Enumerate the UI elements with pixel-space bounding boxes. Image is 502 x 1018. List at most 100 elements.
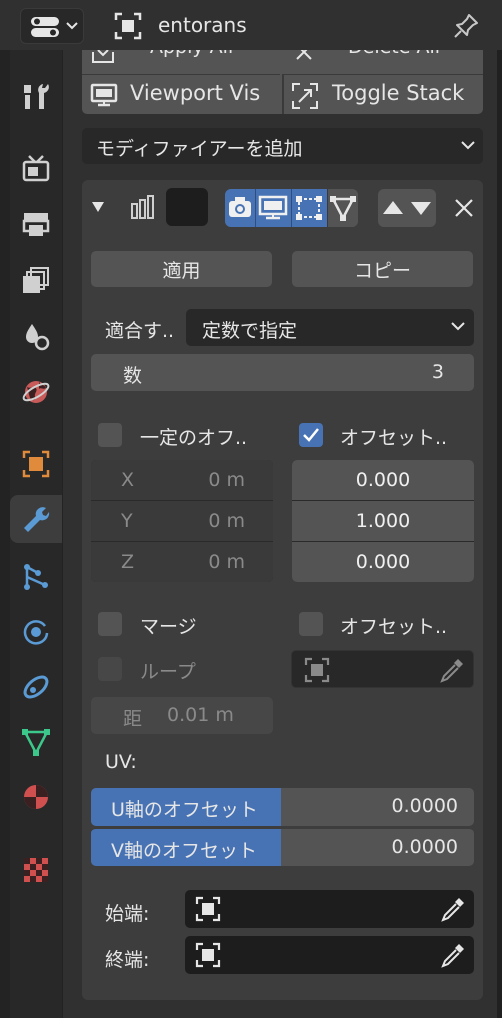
tab-particles[interactable] xyxy=(10,553,62,601)
edit-mode-icon xyxy=(296,196,322,220)
chevron-down-icon xyxy=(461,141,475,150)
collapse-triangle-icon[interactable] xyxy=(91,200,105,214)
z-value: 0 m xyxy=(208,551,245,573)
constant-offset-label: 一定のオフ.. xyxy=(140,427,248,449)
mesh-data-icon xyxy=(22,729,50,756)
apply-all-icon xyxy=(92,50,114,63)
visibility-toggles xyxy=(225,189,358,227)
object-orange-icon xyxy=(22,450,50,478)
toggle-stack-button[interactable]: Toggle Stack xyxy=(282,74,483,114)
start-cap-field[interactable] xyxy=(185,890,474,928)
add-modifier-dropdown[interactable]: モディファイアーを追加 xyxy=(82,128,483,164)
constant-x-field[interactable]: X 0 m xyxy=(91,460,273,500)
relative-z-field[interactable]: 0.000 xyxy=(292,542,474,582)
relative-y-field[interactable]: 1.000 xyxy=(292,501,474,541)
eyedropper-icon[interactable] xyxy=(438,656,466,684)
tab-output[interactable] xyxy=(10,200,62,248)
viewport-vis-label: Viewport Vis xyxy=(130,81,261,105)
tab-texture[interactable] xyxy=(10,846,62,894)
printer-icon xyxy=(22,213,50,236)
modifier-name-field[interactable] xyxy=(166,188,208,226)
material-icon xyxy=(24,785,48,809)
uv-label: UV: xyxy=(105,751,137,773)
copy-button[interactable]: コピー xyxy=(292,251,473,287)
tab-render[interactable] xyxy=(10,144,62,192)
tab-material[interactable] xyxy=(10,773,62,821)
eyedropper-icon[interactable] xyxy=(439,895,467,923)
tab-modifiers[interactable] xyxy=(10,495,62,543)
eyedropper-icon[interactable] xyxy=(439,941,467,969)
apply-all-label: Apply All xyxy=(150,50,233,58)
v-offset-field[interactable]: V軸のオフセット 0.0000 xyxy=(91,828,474,866)
start-cap-label: 始端: xyxy=(105,903,150,925)
physics-icon xyxy=(23,620,49,645)
remove-modifier-icon[interactable] xyxy=(454,198,474,218)
fit-type-dropdown[interactable]: 定数で指定 xyxy=(186,309,474,346)
x-value: 0 m xyxy=(208,469,245,491)
chevron-down-icon xyxy=(66,22,78,30)
properties-header: entorans xyxy=(0,0,502,50)
constant-offset-checkbox[interactable] xyxy=(98,423,122,447)
view-layer-icon xyxy=(23,267,49,293)
u-offset-value: 0.0000 xyxy=(391,795,458,817)
tab-data[interactable] xyxy=(10,718,62,766)
count-value: 3 xyxy=(431,361,444,383)
offset-object-field[interactable] xyxy=(291,650,474,688)
object-offset-label: オフセット.. xyxy=(340,616,448,638)
viewport-vis-button[interactable]: Viewport Vis xyxy=(82,74,280,114)
relative-x-field[interactable]: 0.000 xyxy=(292,460,474,500)
constant-offset-vector: X 0 m Y 0 m Z 0 m xyxy=(91,460,273,582)
scrollbar[interactable] xyxy=(497,50,502,1018)
constant-y-field[interactable]: Y 0 m xyxy=(91,501,273,541)
tab-view-layer[interactable] xyxy=(10,256,62,304)
v-offset-label: V軸のオフセット xyxy=(111,840,257,862)
tab-tool[interactable] xyxy=(10,72,62,120)
world-icon xyxy=(22,381,50,403)
on-cage-icon xyxy=(330,196,356,221)
object-icon xyxy=(195,942,221,968)
constant-z-field[interactable]: Z 0 m xyxy=(91,542,273,582)
count-label: 数 xyxy=(123,365,143,387)
apply-button[interactable]: 適用 xyxy=(91,251,272,287)
tab-object[interactable] xyxy=(10,440,62,488)
merge-checkbox[interactable] xyxy=(98,612,122,636)
modifier-ops-group: Apply All Delete All Viewport Vis Toggle… xyxy=(82,50,483,114)
count-field[interactable]: 数 3 xyxy=(91,354,474,391)
tab-constraints[interactable] xyxy=(10,663,62,711)
array-modifier-panel xyxy=(82,180,483,1000)
move-down-icon[interactable] xyxy=(410,200,432,216)
object-offset-checkbox[interactable] xyxy=(299,612,323,636)
toggle-stack-label: Toggle Stack xyxy=(332,81,465,105)
expand-icon xyxy=(292,83,318,109)
loop-label: ループ xyxy=(140,661,196,683)
x-label: X xyxy=(121,469,135,491)
apply-all-button[interactable]: Apply All xyxy=(82,50,280,72)
render-icon xyxy=(22,155,50,182)
x-icon xyxy=(296,50,312,60)
merge-distance-field[interactable]: 距 0.01 m xyxy=(91,697,273,734)
tool-icon xyxy=(24,84,49,109)
delete-all-button[interactable]: Delete All xyxy=(282,50,483,72)
y-label: Y xyxy=(121,510,133,532)
loop-checkbox[interactable] xyxy=(98,657,122,681)
distance-value: 0.01 m xyxy=(167,704,234,726)
y-value: 0 m xyxy=(208,510,245,532)
tab-physics[interactable] xyxy=(10,608,62,656)
move-up-icon[interactable] xyxy=(382,200,404,216)
delete-all-label: Delete All xyxy=(348,50,440,58)
relative-offset-checkbox[interactable] xyxy=(299,423,323,447)
editor-type-button[interactable] xyxy=(20,8,84,44)
tab-scene[interactable] xyxy=(10,312,62,360)
relative-offset-vector: 0.000 1.000 0.000 xyxy=(292,460,474,582)
fit-type-value: 定数で指定 xyxy=(202,320,298,342)
particles-icon xyxy=(24,564,48,590)
u-offset-field[interactable]: U軸のオフセット 0.0000 xyxy=(91,788,474,826)
checkmark-icon xyxy=(303,428,319,442)
pin-icon[interactable] xyxy=(452,12,480,40)
end-cap-field[interactable] xyxy=(185,936,474,974)
tab-world[interactable] xyxy=(10,368,62,416)
camera-icon xyxy=(229,197,251,217)
monitor-icon xyxy=(258,195,288,220)
texture-icon xyxy=(24,858,48,882)
relative-offset-label: オフセット.. xyxy=(340,427,448,449)
